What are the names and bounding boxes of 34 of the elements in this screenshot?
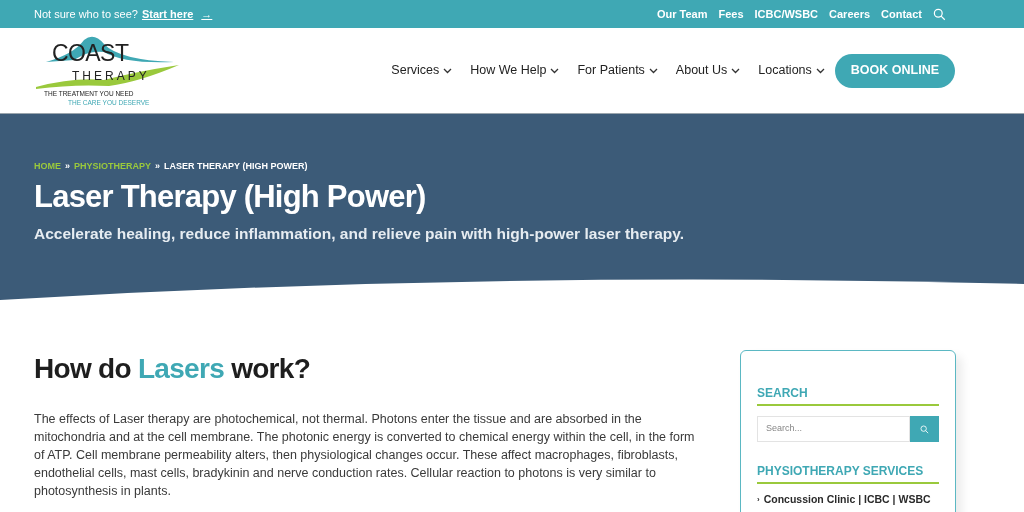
sidebar-heading: PHYSIOTHERAPY SERVICES — [757, 462, 939, 484]
sidebar-heading: SEARCH — [757, 384, 939, 406]
chevron-down-icon — [648, 67, 658, 74]
service-link[interactable]: › Concussion Clinic | ICBC | WSBC — [757, 492, 939, 512]
section-heading: How do Lasers work? — [34, 352, 312, 386]
nav-menu-item[interactable]: Locations — [758, 61, 825, 80]
nav-menu-item[interactable]: About Us — [675, 61, 741, 80]
top-bar-link[interactable]: Our Team — [656, 5, 708, 23]
search-icon — [933, 7, 946, 21]
page-subtitle: Accelerate healing, reduce inflammation, and relieve pain with high-power laser therapy. — [34, 224, 686, 245]
nav-menu-item[interactable]: For Patients — [577, 61, 658, 80]
breadcrumb-link[interactable]: PHYSIOTHERAPY — [74, 160, 152, 174]
search-field[interactable]: Search... — [757, 416, 910, 442]
breadcrumb-link[interactable]: HOME — [34, 160, 61, 174]
page-title: Laser Therapy (High Power) — [34, 177, 427, 216]
breadcrumb-text: LASER THERAPY (HIGH POWER) — [164, 160, 308, 173]
chevron-down-icon — [550, 67, 560, 74]
book-online-button[interactable]: BOOK ONLINE — [834, 53, 955, 88]
chevron-down-icon — [815, 67, 825, 74]
top-bar-link[interactable]: Careers — [829, 5, 871, 23]
nav-menu-item[interactable]: How We Help — [470, 61, 560, 80]
breadcrumb-text: » — [65, 160, 70, 173]
top-bar-prompt: Not sure who to see? — [34, 6, 138, 22]
chevron-down-icon — [443, 67, 453, 74]
top-bar-link[interactable]: ICBC/WSBC — [754, 5, 819, 23]
section-paragraph: The effects of Laser therapy are photochemical, not thermal. Photons enter the tissue and are absorbed in the mitochondria and at the cell membrane. The photonic energy is converted to chemical energy within the cell, in the form of ATP. Cell membrane permeability alters, then physiological changes occur. These affect macrophages, fibroblasts, endothelial cells, mast cells, bradykinin and nerve conduction rates. Cellular reaction to photons is very similar to photosynthesis in plants. — [34, 411, 696, 500]
start-here-link[interactable]: Start here → — [141, 5, 213, 23]
nav-menu-item[interactable]: Services — [391, 61, 453, 80]
search-icon — [920, 424, 929, 434]
top-bar-link[interactable]: Contact — [881, 5, 922, 23]
chevron-down-icon — [731, 67, 741, 74]
breadcrumb-text: » — [155, 160, 161, 173]
top-bar-link[interactable]: Fees — [718, 5, 744, 23]
search-button[interactable] — [910, 416, 939, 442]
